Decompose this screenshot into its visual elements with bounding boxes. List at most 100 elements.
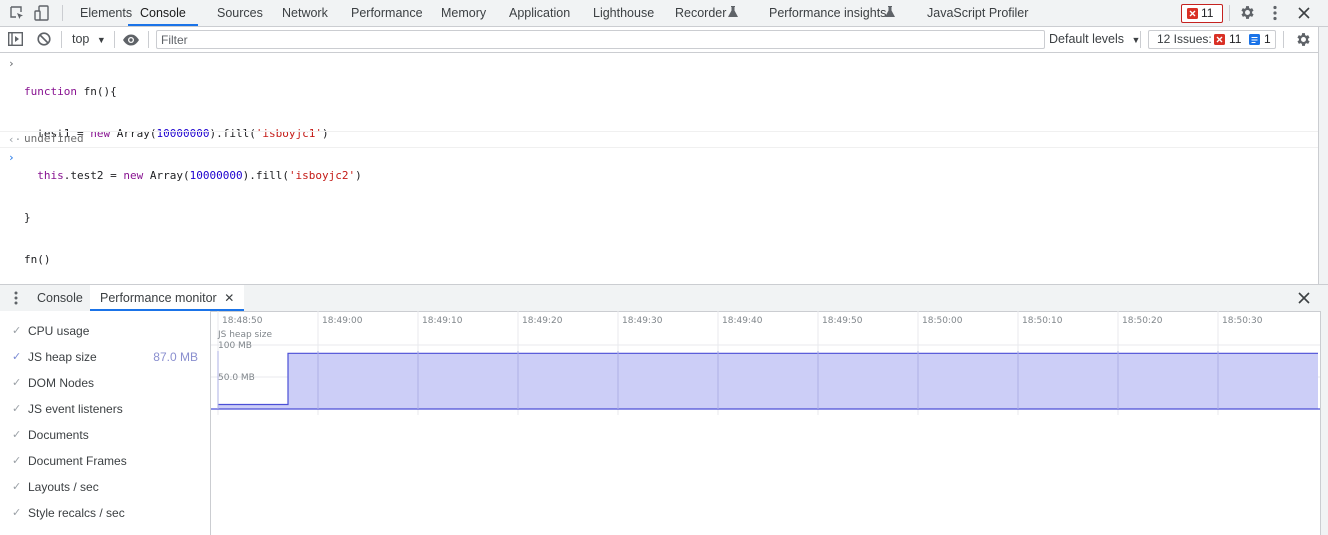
device-toolbar-icon[interactable] — [33, 4, 51, 22]
code-line-1: function fn(){ — [24, 85, 117, 98]
metric-cpu-usage[interactable]: ✓ CPU usage — [0, 318, 210, 344]
checkmark-icon: ✓ — [12, 325, 22, 337]
tab-network[interactable]: Network — [282, 0, 328, 26]
close-drawer-icon[interactable] — [1298, 292, 1310, 304]
settings-gear-icon[interactable] — [1239, 4, 1256, 21]
console-result: undefined — [24, 132, 84, 145]
console-prompt-icon[interactable]: › — [8, 151, 15, 164]
metric-label: Layouts / sec — [28, 480, 99, 494]
context-value: top — [72, 32, 90, 46]
issues-error-count: 11 — [1229, 32, 1242, 46]
error-count: 11 — [1201, 6, 1214, 20]
metric-label: CPU usage — [28, 324, 90, 338]
tab-performance-insights[interactable]: Performance insights — [769, 0, 886, 26]
metric-layouts-per-sec[interactable]: ✓ Layouts / sec — [0, 474, 210, 500]
metrics-list: ✓ CPU usage ✓ JS heap size 87.0 MB ✓ DOM Nod… — [0, 311, 211, 535]
issues-label: 12 Issues: — [1157, 32, 1212, 46]
filter-input[interactable] — [156, 30, 1045, 49]
time-tick-label: 18:49:00 — [322, 316, 363, 326]
checkmark-icon: ✓ — [12, 507, 22, 519]
y-tick-label: 100 MB — [218, 341, 252, 351]
drawer-more-tools-icon[interactable] — [14, 291, 18, 305]
code-line-3: this.test2 = new Array(10000000).fill('i… — [37, 169, 362, 182]
metric-label: JS event listeners — [28, 402, 123, 416]
input-prompt-chevron-icon: › — [8, 57, 15, 70]
drawer-tab-console[interactable]: Console — [37, 285, 83, 311]
checkmark-icon: ✓ — [12, 403, 22, 415]
code-line-5: fn() — [24, 253, 51, 266]
code-line-4: } — [24, 211, 31, 224]
inspect-element-icon[interactable] — [9, 5, 25, 21]
metric-dom-nodes[interactable]: ✓ DOM Nodes — [0, 370, 210, 396]
console-settings-gear-icon[interactable] — [1295, 31, 1312, 48]
metric-js-heap-size[interactable]: ✓ JS heap size 87.0 MB — [0, 344, 210, 370]
time-tick-label: 18:50:30 — [1222, 316, 1263, 326]
checkmark-icon: ✓ — [12, 351, 22, 363]
context-selector[interactable]: top ▼ — [72, 27, 106, 52]
result-arrow-icon: ‹· — [8, 133, 22, 146]
log-levels-dropdown[interactable]: Default levels ▼ — [1049, 27, 1140, 52]
tab-lighthouse[interactable]: Lighthouse — [593, 0, 654, 26]
tab-javascript-profiler[interactable]: JavaScript Profiler — [927, 0, 1028, 26]
error-icon — [1214, 34, 1225, 45]
experiment-flask-icon — [885, 6, 895, 18]
close-devtools-icon[interactable] — [1298, 7, 1310, 19]
more-options-icon[interactable] — [1273, 5, 1277, 21]
performance-graph: 18:48:50 18:49:00 18:49:10 18:49:20 18:49:30… — [211, 311, 1320, 535]
metric-label: Documents — [28, 428, 89, 442]
dropdown-arrow-icon: ▼ — [96, 35, 106, 45]
divider — [0, 131, 1318, 132]
checkmark-icon: ✓ — [12, 377, 22, 389]
drawer-tab-bar: Console Performance monitor ✕ — [0, 284, 1328, 312]
heap-chart: 18:48:50 18:49:00 18:49:10 18:49:20 18:49:30… — [211, 311, 1320, 415]
error-count-badge[interactable]: 11 — [1181, 4, 1223, 23]
checkmark-icon: ✓ — [12, 481, 22, 493]
time-tick-label: 18:49:50 — [822, 316, 863, 326]
metric-style-recalcs-per-sec[interactable]: ✓ Style recalcs / sec — [0, 500, 210, 526]
time-tick-label: 18:49:40 — [722, 316, 763, 326]
devtools-tab-bar: Elements Console Sources Network Perform… — [0, 0, 1328, 27]
metric-label: Document Frames — [28, 454, 127, 468]
console-messages[interactable]: › function fn(){ test1 = new Array(10000… — [0, 53, 1318, 283]
metric-documents[interactable]: ✓ Documents — [0, 422, 210, 448]
live-expression-eye-icon[interactable] — [122, 34, 140, 46]
clear-console-icon[interactable] — [37, 32, 51, 46]
console-toolbar: top ▼ Default levels ▼ 12 Issues: 11 1 — [0, 27, 1318, 53]
tab-sources[interactable]: Sources — [217, 0, 263, 26]
time-tick-label: 18:49:20 — [522, 316, 563, 326]
tab-performance[interactable]: Performance — [351, 0, 423, 26]
issues-button[interactable]: 12 Issues: 11 1 — [1148, 30, 1276, 49]
metric-document-frames[interactable]: ✓ Document Frames — [0, 448, 210, 474]
drawer-tab-label: Performance monitor — [100, 291, 217, 305]
tab-recorder[interactable]: Recorder — [675, 0, 726, 26]
info-message-icon — [1249, 34, 1260, 45]
chart-label: JS heap size — [217, 330, 272, 340]
error-icon — [1187, 8, 1198, 19]
time-tick-label: 18:50:10 — [1022, 316, 1063, 326]
close-tab-icon[interactable]: ✕ — [224, 291, 234, 305]
time-tick-label: 18:50:20 — [1122, 316, 1163, 326]
console-input-code: function fn(){ test1 = new Array(1000000… — [24, 57, 362, 295]
metric-label: JS heap size — [28, 350, 97, 364]
window-edge — [1320, 311, 1328, 535]
tab-console[interactable]: Console — [128, 0, 198, 26]
metric-value: 87.0 MB — [153, 350, 198, 364]
window-edge — [1318, 27, 1328, 284]
metric-label: DOM Nodes — [28, 376, 95, 390]
metric-label: Style recalcs / sec — [28, 506, 125, 520]
show-sidebar-icon[interactable] — [8, 32, 23, 46]
checkmark-icon: ✓ — [12, 455, 22, 467]
heap-area — [218, 353, 1318, 409]
y-tick-label: 50.0 MB — [218, 373, 255, 383]
metric-js-event-listeners[interactable]: ✓ JS event listeners — [0, 396, 210, 422]
divider — [0, 147, 1318, 148]
time-tick-label: 18:49:10 — [422, 316, 463, 326]
time-tick-label: 18:48:50 — [222, 316, 263, 326]
time-tick-label: 18:50:00 — [922, 316, 963, 326]
drawer-tab-performance-monitor[interactable]: Performance monitor ✕ — [90, 285, 245, 311]
tab-elements[interactable]: Elements — [80, 0, 132, 26]
tab-application[interactable]: Application — [509, 0, 570, 26]
checkmark-icon: ✓ — [12, 429, 22, 441]
tab-memory[interactable]: Memory — [441, 0, 486, 26]
issues-info-count: 1 — [1264, 32, 1271, 46]
